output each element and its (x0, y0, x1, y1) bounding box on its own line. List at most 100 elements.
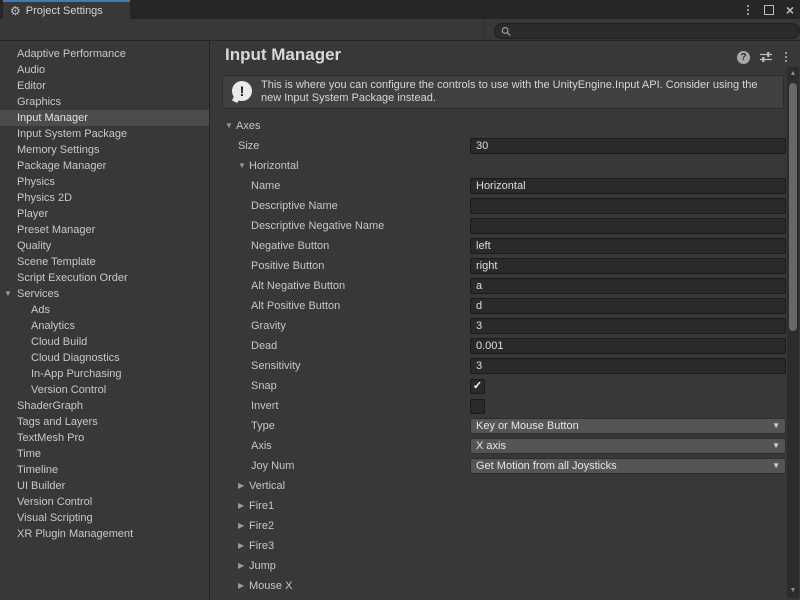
sidebar-item-xr-plugin-management[interactable]: XR Plugin Management (0, 526, 209, 542)
more-options-icon[interactable] (782, 50, 790, 64)
sidebar-item-label: Time (17, 448, 41, 460)
dropdown-axis[interactable]: X axis▼ (470, 438, 786, 454)
field-alt-negative-button-input[interactable] (470, 278, 786, 294)
sidebar-item-physics-2d[interactable]: Physics 2D (0, 190, 209, 206)
sidebar-item-audio[interactable]: Audio (0, 62, 209, 78)
sidebar-item-label: Physics (17, 176, 55, 188)
sidebar-item-label: Graphics (17, 96, 61, 108)
field-dead-input[interactable] (470, 338, 786, 354)
field-descriptive-negative-name-input[interactable] (470, 218, 786, 234)
sidebar-item-package-manager[interactable]: Package Manager (0, 158, 209, 174)
sidebar-item-label: Cloud Build (31, 336, 87, 348)
tab-project-settings[interactable]: ⚙ Project Settings (3, 0, 130, 19)
tab-bar: ⚙ Project Settings × (0, 0, 800, 19)
property-label: Name (251, 176, 280, 196)
sidebar-item-editor[interactable]: Editor (0, 78, 209, 94)
window-menu-icon[interactable] (744, 3, 752, 17)
foldout-jump[interactable]: ▶Jump (211, 556, 786, 576)
field-positive-button-input[interactable] (470, 258, 786, 274)
foldout-label: Fire2 (249, 516, 274, 536)
sidebar-item-visual-scripting[interactable]: Visual Scripting (0, 510, 209, 526)
sidebar-item-input-system-package[interactable]: Input System Package (0, 126, 209, 142)
field-gravity-input[interactable] (470, 318, 786, 334)
field-descriptive-name-input[interactable] (470, 198, 786, 214)
checkbox-snap[interactable]: ✓ (470, 379, 485, 394)
foldout-axes[interactable]: ▼Axes (211, 116, 786, 136)
foldout-arrow-icon[interactable]: ▼ (4, 286, 12, 302)
sidebar-item-ui-builder[interactable]: UI Builder (0, 478, 209, 494)
sidebar-item-label: Analytics (31, 320, 75, 332)
sidebar-item-version-control[interactable]: Version Control (0, 382, 209, 398)
scroll-up-icon[interactable]: ▲ (787, 69, 799, 79)
foldout-mouse-x[interactable]: ▶Mouse X (211, 576, 786, 596)
property-label: Descriptive Negative Name (251, 216, 384, 236)
scroll-down-icon[interactable]: ▼ (787, 586, 799, 596)
sidebar-item-textmesh-pro[interactable]: TextMesh Pro (0, 430, 209, 446)
sidebar-item-player[interactable]: Player (0, 206, 209, 222)
collapsed-arrow-icon: ▶ (238, 576, 244, 596)
sidebar-item-graphics[interactable]: Graphics (0, 94, 209, 110)
info-text: This is where you can configure the cont… (261, 79, 777, 105)
foldout-fire3[interactable]: ▶Fire3 (211, 536, 786, 556)
sidebar-item-services[interactable]: ▼Services (0, 286, 209, 302)
gear-icon: ⚙ (10, 5, 21, 17)
page-title: Input Manager (225, 45, 341, 65)
sidebar-item-quality[interactable]: Quality (0, 238, 209, 254)
close-icon[interactable]: × (786, 3, 794, 17)
property-label: Axis (251, 436, 272, 456)
foldout-fire2[interactable]: ▶Fire2 (211, 516, 786, 536)
sidebar-item-cloud-build[interactable]: Cloud Build (0, 334, 209, 350)
scrollbar-thumb[interactable] (789, 83, 797, 331)
sidebar-item-tags-and-layers[interactable]: Tags and Layers (0, 414, 209, 430)
notice-icon: ! (232, 81, 252, 101)
sidebar-item-input-manager[interactable]: Input Manager (0, 110, 209, 126)
field-negative-button-input[interactable] (470, 238, 786, 254)
sidebar-item-time[interactable]: Time (0, 446, 209, 462)
dropdown-joy-num[interactable]: Get Motion from all Joysticks▼ (470, 458, 786, 474)
sidebar-item-preset-manager[interactable]: Preset Manager (0, 222, 209, 238)
property-label: Descriptive Name (251, 196, 338, 216)
sidebar-item-label: In-App Purchasing (31, 368, 122, 380)
vertical-scrollbar[interactable]: ▲ ▼ (787, 67, 799, 598)
field-alt-positive-button-input[interactable] (470, 298, 786, 314)
expanded-arrow-icon: ▼ (238, 156, 246, 176)
dropdown-type[interactable]: Key or Mouse Button▼ (470, 418, 786, 434)
sidebar-item-label: Editor (17, 80, 46, 92)
foldout-horizontal[interactable]: ▼Horizontal (211, 156, 786, 176)
sidebar-item-adaptive-performance[interactable]: Adaptive Performance (0, 46, 209, 62)
checkbox-invert[interactable] (470, 399, 485, 414)
sidebar-item-label: Adaptive Performance (17, 48, 126, 60)
sidebar-item-script-execution-order[interactable]: Script Execution Order (0, 270, 209, 286)
foldout-vertical[interactable]: ▶Vertical (211, 476, 786, 496)
sidebar-item-in-app-purchasing[interactable]: In-App Purchasing (0, 366, 209, 382)
property-row-descriptive-name: Descriptive Name (211, 196, 786, 216)
sidebar-item-ads[interactable]: Ads (0, 302, 209, 318)
sidebar-item-cloud-diagnostics[interactable]: Cloud Diagnostics (0, 350, 209, 366)
settings-category-list: Adaptive Performance Audio Editor Graphics I… (0, 41, 210, 600)
sidebar-item-memory-settings[interactable]: Memory Settings (0, 142, 209, 158)
field-sensitivity-input[interactable] (470, 358, 786, 374)
field-name-input[interactable] (470, 178, 786, 194)
sidebar-item-label: Input Manager (17, 112, 88, 124)
property-row-gravity: Gravity (211, 316, 786, 336)
sidebar-item-shadergraph[interactable]: ShaderGraph (0, 398, 209, 414)
sidebar-item-label: Input System Package (17, 128, 127, 140)
sidebar-item-timeline[interactable]: Timeline (0, 462, 209, 478)
sidebar-item-scene-template[interactable]: Scene Template (0, 254, 209, 270)
search-input[interactable] (511, 25, 799, 37)
help-icon[interactable]: ? (737, 51, 750, 64)
sidebar-item-version-control[interactable]: Version Control (0, 494, 209, 510)
search-box[interactable] (494, 23, 800, 39)
search-icon (501, 26, 511, 37)
maximize-icon[interactable] (764, 5, 774, 15)
field-size-input[interactable] (470, 138, 786, 154)
sidebar-item-physics[interactable]: Physics (0, 174, 209, 190)
sidebar-item-analytics[interactable]: Analytics (0, 318, 209, 334)
foldout-fire1[interactable]: ▶Fire1 (211, 496, 786, 516)
sidebar-item-label: Cloud Diagnostics (31, 352, 120, 364)
sidebar-item-label: Tags and Layers (17, 416, 98, 428)
presets-icon[interactable] (759, 51, 773, 63)
sidebar-item-label: Player (17, 208, 48, 220)
property-row-size: Size (211, 136, 786, 156)
property-row-snap: Snap✓ (211, 376, 786, 396)
